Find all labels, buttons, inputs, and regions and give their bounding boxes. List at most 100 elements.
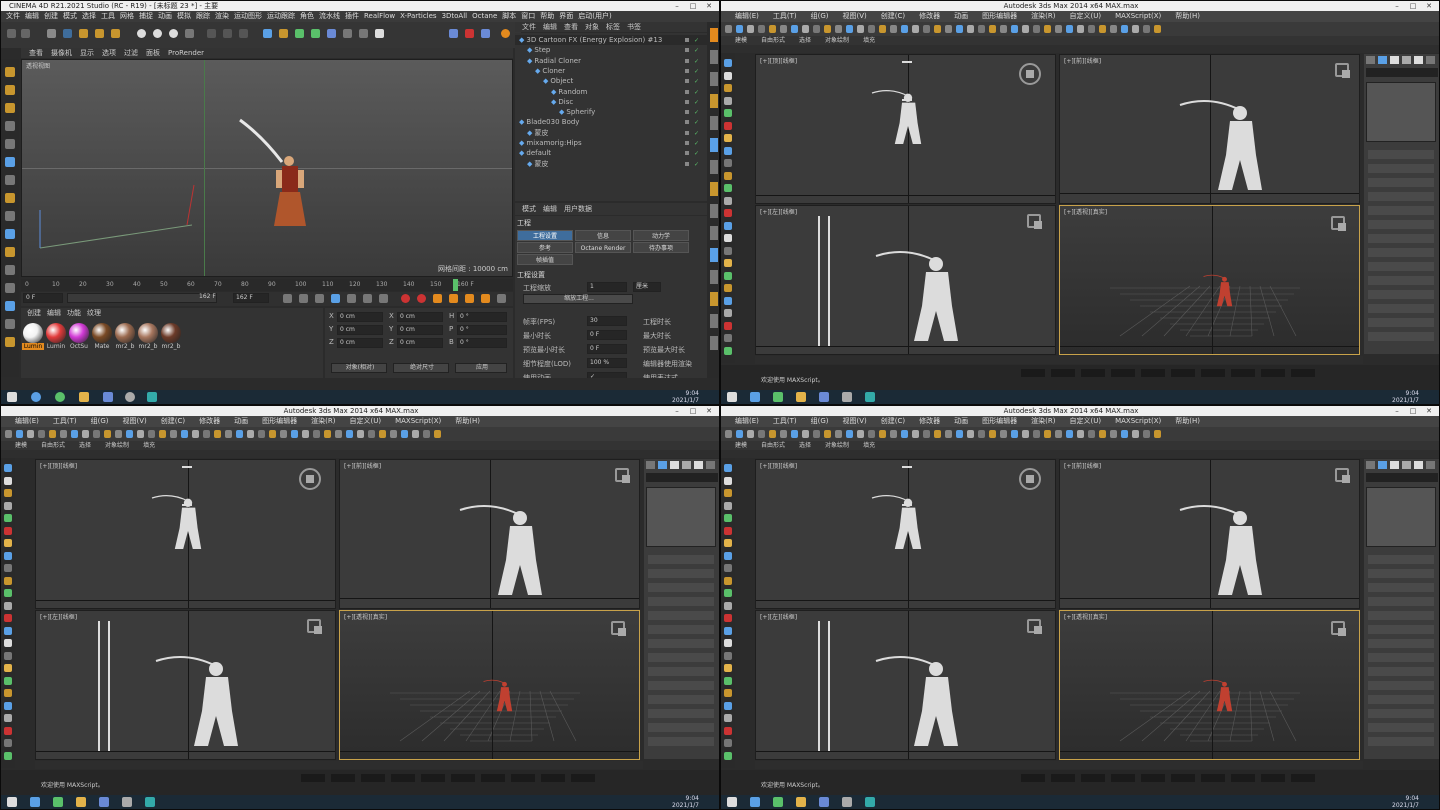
c4d-menu-item[interactable]: 运动图形 xyxy=(234,12,262,20)
status-control[interactable] xyxy=(1141,369,1165,377)
toolbar-icon[interactable] xyxy=(879,430,886,438)
panel-row[interactable] xyxy=(1368,667,1434,676)
command-tab-icon[interactable] xyxy=(1390,461,1399,469)
apply-button[interactable]: 应用 xyxy=(455,363,507,373)
toolbar-icon[interactable] xyxy=(1044,25,1051,33)
c4d-menu-item[interactable]: 捕捉 xyxy=(139,12,153,20)
status-control[interactable] xyxy=(451,774,475,782)
close-button[interactable]: ✕ xyxy=(703,406,715,416)
render-view-icon[interactable] xyxy=(223,29,232,38)
c4d-menu-item[interactable]: 创建 xyxy=(44,12,58,20)
panel-row[interactable] xyxy=(1368,555,1434,564)
toolbar-icon[interactable] xyxy=(846,25,853,33)
attr-menu-item[interactable]: 用户数据 xyxy=(564,205,592,213)
toolbar-icon[interactable] xyxy=(60,430,67,438)
close-button[interactable]: ✕ xyxy=(1423,406,1435,416)
viewport-menu-item[interactable]: 查看 xyxy=(29,49,43,57)
toolbar-icon[interactable] xyxy=(1110,430,1117,438)
check-icon[interactable]: ✓ xyxy=(694,160,699,170)
command-tab-icon[interactable] xyxy=(658,461,667,469)
toolbar-icon[interactable] xyxy=(802,430,809,438)
tool-icon[interactable] xyxy=(5,319,15,329)
toolbar-icon[interactable] xyxy=(791,430,798,438)
field-value[interactable]: 0 F xyxy=(587,330,627,340)
autokey-icon[interactable] xyxy=(417,294,426,303)
status-control[interactable] xyxy=(361,774,385,782)
tool-icon[interactable] xyxy=(4,576,12,585)
tool-icon[interactable] xyxy=(4,526,12,535)
tool-icon[interactable] xyxy=(4,689,12,697)
toolbar-icon[interactable] xyxy=(313,430,320,438)
toolbar-icon[interactable] xyxy=(758,25,765,33)
ribbon-tab[interactable]: 填充 xyxy=(863,442,875,449)
panel-tab-icon[interactable] xyxy=(710,160,718,174)
color-swatch[interactable] xyxy=(646,487,716,547)
c4d-menu-item[interactable]: X-Particles xyxy=(400,12,436,20)
toolbar-icon[interactable] xyxy=(192,430,199,438)
attr-tab[interactable]: 动力学 xyxy=(633,230,689,241)
toolbar-icon[interactable] xyxy=(401,430,408,438)
viewport-menu-item[interactable]: 摄像机 xyxy=(51,49,72,57)
ribbon-tab[interactable]: 建模 xyxy=(15,442,27,449)
tool-icon[interactable] xyxy=(724,84,732,92)
max-menu-item[interactable]: 组(G) xyxy=(91,417,109,425)
toolbar-icon[interactable] xyxy=(923,430,930,438)
tool-icon[interactable] xyxy=(724,159,732,167)
panel-row[interactable] xyxy=(1368,276,1434,285)
tool-icon[interactable] xyxy=(724,134,732,142)
tool-icon[interactable] xyxy=(724,59,732,67)
panel-row[interactable] xyxy=(1368,220,1434,229)
ribbon-tab[interactable]: 自由形式 xyxy=(761,442,785,449)
max-menu-item[interactable]: 动画 xyxy=(954,12,968,20)
toolbar-icon[interactable] xyxy=(423,430,430,438)
max-menu-item[interactable]: 渲染(R) xyxy=(1031,12,1055,20)
c4d-menu-item[interactable]: 工具 xyxy=(101,12,115,20)
tool-icon[interactable] xyxy=(724,146,732,155)
status-control[interactable] xyxy=(1231,369,1255,377)
tool-icon[interactable] xyxy=(724,639,732,647)
toolbar-icon[interactable] xyxy=(890,430,897,438)
timeline-ruler[interactable]: 0 10 20 30 40 50 60 70 80 90 100 110 120 130 140 150 160… xyxy=(21,279,513,291)
browser-icon[interactable] xyxy=(55,392,65,402)
app-icon[interactable] xyxy=(103,392,113,402)
max-viewport[interactable]: [+][左][线框] xyxy=(35,610,336,760)
toolbar-icon[interactable] xyxy=(769,25,776,33)
max-menu-item[interactable]: 视图(V) xyxy=(843,12,867,20)
object-row[interactable]: ◆ default ✓ xyxy=(515,148,707,158)
toolbar-icon[interactable] xyxy=(412,430,419,438)
tool-icon[interactable] xyxy=(724,589,732,597)
start-icon[interactable] xyxy=(7,392,17,402)
toolbar-icon[interactable] xyxy=(1033,430,1040,438)
status-control[interactable] xyxy=(1171,774,1195,782)
tool-icon[interactable] xyxy=(4,489,12,497)
max-menu-item[interactable]: 图形编辑器 xyxy=(262,417,297,425)
ribbon-tab[interactable]: 对象绘制 xyxy=(825,37,849,44)
status-control[interactable] xyxy=(1081,774,1105,782)
status-control[interactable] xyxy=(1291,774,1315,782)
toolbar-icon[interactable] xyxy=(324,430,331,438)
panel-row[interactable] xyxy=(648,555,714,564)
status-control[interactable] xyxy=(1201,774,1225,782)
panel-row[interactable] xyxy=(1368,737,1434,746)
max-menu-item[interactable]: 创建(C) xyxy=(881,12,905,20)
toolbar-icon[interactable] xyxy=(1044,430,1051,438)
toolbar-icon[interactable] xyxy=(989,25,996,33)
max-menu-item[interactable]: MAXScript(X) xyxy=(1115,12,1161,20)
command-tab-icon[interactable] xyxy=(682,461,691,469)
toolbar-icon[interactable] xyxy=(1088,430,1095,438)
c4d-menu-item[interactable]: 模式 xyxy=(63,12,77,20)
status-control[interactable] xyxy=(1231,774,1255,782)
command-tab-icon[interactable] xyxy=(646,461,655,469)
attr-tab[interactable]: 参考 xyxy=(517,242,573,253)
prev-key-icon[interactable] xyxy=(299,294,308,303)
object-menu-item[interactable]: 对象 xyxy=(585,23,599,31)
tool-icon[interactable] xyxy=(724,309,732,317)
command-tab-icon[interactable] xyxy=(1378,461,1387,469)
tool-icon[interactable] xyxy=(724,121,732,130)
minimize-button[interactable]: – xyxy=(671,406,683,416)
max-viewport[interactable]: [+][顶][线框] xyxy=(755,54,1056,204)
coord-rot-field[interactable]: 0 ° xyxy=(457,312,507,322)
range-end-field[interactable]: 162 F xyxy=(197,293,221,303)
toolbar-icon[interactable] xyxy=(857,25,864,33)
toolbar-icon[interactable] xyxy=(1033,25,1040,33)
